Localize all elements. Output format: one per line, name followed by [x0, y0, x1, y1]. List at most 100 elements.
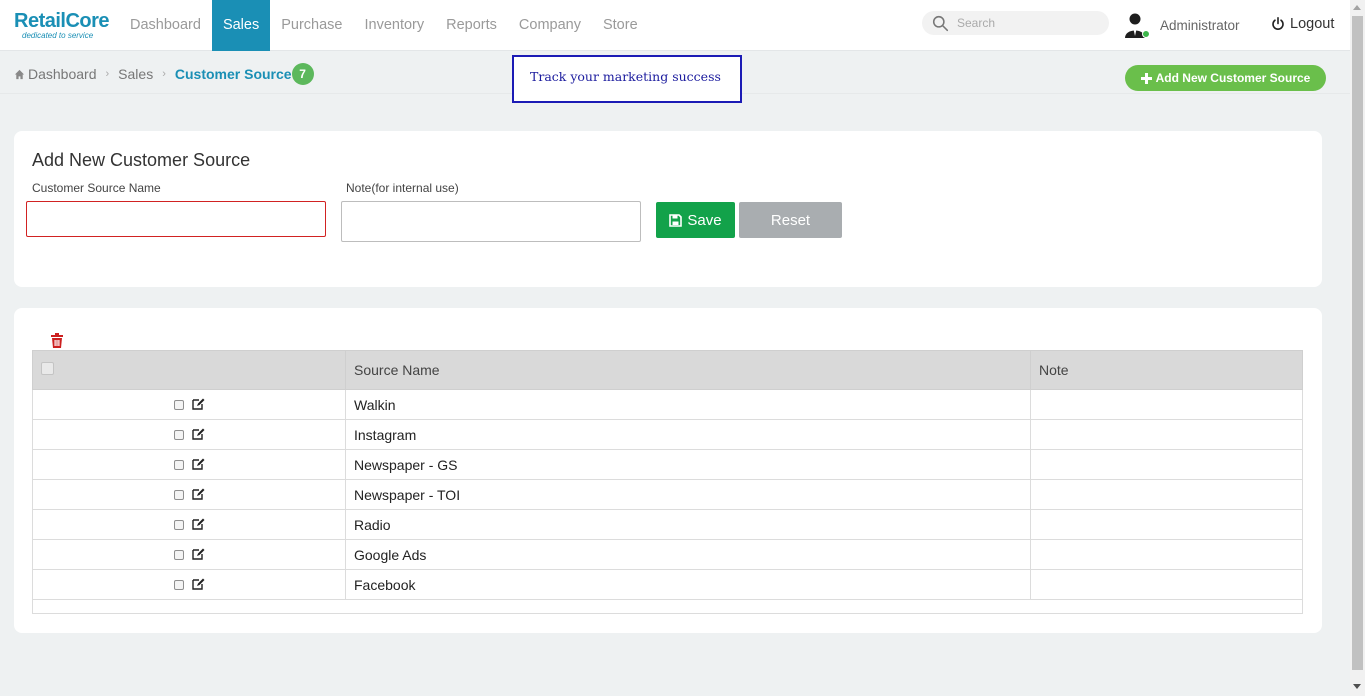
table-row: Radio — [32, 509, 1303, 540]
table-row: Walkin — [32, 389, 1303, 420]
row-checkbox[interactable] — [173, 580, 184, 591]
source-name-cell: Radio — [345, 509, 1031, 540]
breadcrumb-current: Customer Source — [174, 66, 292, 82]
search-icon — [932, 15, 949, 31]
add-source-form: Add New Customer Source Customer Source … — [14, 131, 1322, 287]
table-row: Newspaper - TOI — [32, 479, 1303, 510]
nav-item-company[interactable]: Company — [508, 0, 592, 51]
user-name: Administrator — [1160, 17, 1240, 33]
edit-icon — [191, 518, 204, 530]
column-header-note: Note — [1030, 350, 1303, 390]
table-row: Newspaper - GS — [32, 449, 1303, 480]
nav-item-store[interactable]: Store — [592, 0, 649, 51]
row-actions — [32, 419, 346, 450]
edit-row-button[interactable] — [191, 457, 205, 473]
row-checkbox[interactable] — [173, 490, 184, 501]
customer-source-table: Source Name Note Walkin Instagram Newspape… — [32, 350, 1303, 614]
note-textarea[interactable] — [341, 201, 641, 242]
brand-logo[interactable]: RetailCore dedicated to service — [14, 10, 110, 40]
save-label: Save — [687, 211, 722, 229]
add-customer-source-button[interactable]: Add New Customer Source — [1125, 65, 1326, 91]
source-name-cell: Newspaper - GS — [345, 449, 1031, 480]
edit-row-button[interactable] — [191, 487, 205, 503]
reset-button[interactable]: Reset — [739, 202, 842, 238]
source-name-cell: Instagram — [345, 419, 1031, 450]
edit-row-button[interactable] — [191, 547, 205, 563]
row-actions — [32, 389, 346, 420]
nav-item-reports[interactable]: Reports — [435, 0, 508, 51]
breadcrumb-separator-icon: › — [162, 68, 166, 80]
nav-item-inventory[interactable]: Inventory — [353, 0, 435, 51]
row-checkbox[interactable] — [173, 400, 184, 411]
note-cell — [1030, 479, 1303, 510]
breadcrumb-sales[interactable]: Sales — [118, 66, 153, 82]
note-cell — [1030, 389, 1303, 420]
source-name-cell: Facebook — [345, 569, 1031, 600]
note-cell — [1030, 449, 1303, 480]
source-name-cell: Walkin — [345, 389, 1031, 420]
table-footer-cell — [32, 599, 1303, 614]
user-menu[interactable]: Administrator — [1124, 12, 1240, 38]
user-avatar-icon — [1125, 13, 1150, 38]
source-name-cell: Newspaper - TOI — [345, 479, 1031, 510]
add-button-label: Add New Customer Source — [1155, 71, 1311, 85]
breadcrumb-separator-icon: › — [105, 68, 110, 80]
edit-icon — [191, 428, 204, 440]
select-all-checkbox[interactable] — [41, 362, 54, 375]
search-box — [922, 11, 1109, 35]
edit-row-button[interactable] — [191, 397, 205, 413]
nav-item-dashboard[interactable]: Dashboard — [119, 0, 212, 51]
logout-label: Logout — [1290, 16, 1335, 32]
note-cell — [1030, 539, 1303, 570]
row-actions — [32, 449, 346, 480]
marketing-banner: Track your marketing success — [512, 55, 742, 103]
edit-row-button[interactable] — [191, 427, 205, 443]
table-row: Google Ads — [32, 539, 1303, 570]
source-name-input[interactable] — [26, 201, 326, 237]
breadcrumb-dashboard[interactable]: Dashboard — [28, 66, 97, 82]
floppy-disk-icon — [669, 213, 683, 227]
logout-button[interactable]: Logout — [1271, 16, 1334, 32]
note-cell — [1030, 509, 1303, 540]
table-row: Facebook — [32, 569, 1303, 600]
note-cell — [1030, 419, 1303, 450]
row-actions — [32, 509, 346, 540]
edit-icon — [191, 488, 204, 500]
row-checkbox[interactable] — [173, 460, 184, 471]
avatar — [1124, 12, 1150, 38]
brand-name: RetailCore — [14, 10, 110, 32]
record-count-badge: 7 — [291, 63, 314, 85]
select-all-header — [32, 350, 346, 390]
save-button[interactable]: Save — [656, 202, 735, 238]
nav-item-purchase[interactable]: Purchase — [270, 0, 353, 51]
search-input[interactable] — [957, 16, 1097, 30]
main-nav: Dashboard Sales Purchase Inventory Repor… — [119, 0, 649, 51]
note-cell — [1030, 569, 1303, 600]
top-navbar: RetailCore dedicated to service Dashboar… — [0, 0, 1350, 51]
edit-icon — [191, 548, 204, 560]
home-icon — [14, 69, 25, 79]
column-header-source-name: Source Name — [345, 350, 1031, 390]
row-actions — [32, 539, 346, 570]
scroll-up-arrow-icon[interactable] — [1353, 5, 1361, 10]
page-scrollbar[interactable] — [1350, 0, 1365, 696]
note-label: Note(for internal use) — [346, 181, 459, 195]
table-footer-row — [32, 599, 1303, 614]
table-row: Instagram — [32, 419, 1303, 450]
nav-item-sales[interactable]: Sales — [211, 0, 271, 51]
power-icon — [1272, 17, 1284, 30]
trash-icon — [51, 333, 63, 348]
scroll-down-arrow-icon[interactable] — [1353, 684, 1361, 689]
edit-row-button[interactable] — [191, 577, 205, 593]
table-header-row: Source Name Note — [32, 350, 1303, 390]
row-checkbox[interactable] — [173, 430, 184, 441]
row-checkbox[interactable] — [173, 550, 184, 561]
scroll-thumb[interactable] — [1352, 16, 1363, 670]
source-name-label: Customer Source Name — [32, 181, 161, 195]
source-name-cell: Google Ads — [345, 539, 1031, 570]
row-checkbox[interactable] — [173, 520, 184, 531]
edit-row-button[interactable] — [191, 517, 205, 533]
edit-icon — [191, 578, 204, 590]
edit-icon — [191, 458, 204, 470]
row-actions — [32, 479, 346, 510]
